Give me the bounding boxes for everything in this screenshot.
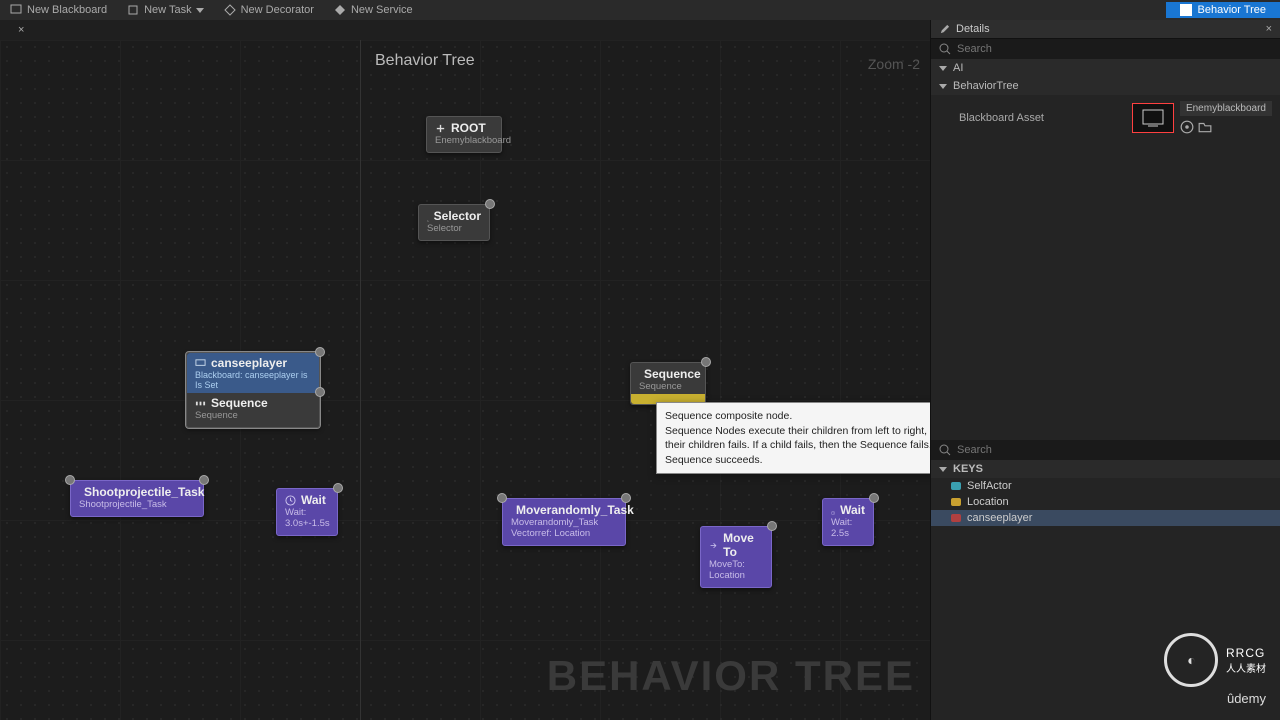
node-pin[interactable]	[621, 493, 631, 503]
node-shootprojectile[interactable]: Shootprojectile_Task Shootprojectile_Tas…	[70, 480, 204, 517]
keys-list: SelfActor Location canseeplayer	[931, 478, 1280, 526]
node-pin[interactable]	[65, 475, 75, 485]
task-icon	[127, 4, 139, 16]
graph-title: Behavior Tree	[375, 52, 475, 70]
clock-icon	[285, 495, 296, 506]
watermark-logo: ◐ RRCG 人人素材 ûdemy	[1164, 633, 1266, 706]
logo-circle: ◐	[1164, 633, 1218, 687]
graph-watermark: BEHAVIOR TREE	[547, 652, 915, 700]
monitor-icon	[195, 358, 206, 369]
node-pin[interactable]	[767, 521, 777, 531]
key-color-swatch	[951, 514, 961, 522]
clock-icon	[831, 505, 835, 516]
arrow-right-icon	[709, 540, 718, 551]
node-pin[interactable]	[869, 493, 879, 503]
node-pin[interactable]	[315, 347, 325, 357]
blackboard-asset-label: Blackboard Asset	[959, 112, 1124, 124]
section-ai[interactable]: AI	[931, 59, 1280, 77]
new-service-label: New Service	[351, 4, 413, 16]
zoom-label: Zoom -2	[868, 56, 920, 72]
selector-icon	[427, 211, 429, 222]
details-title: Details	[956, 23, 990, 35]
pencil-icon	[939, 24, 950, 35]
details-close-button[interactable]: ×	[1266, 23, 1272, 35]
section-keys[interactable]: KEYS	[931, 460, 1280, 478]
search-icon	[939, 43, 951, 55]
chevron-down-icon	[939, 467, 947, 472]
node-pin[interactable]	[485, 199, 495, 209]
node-canseeplayer[interactable]: canseeplayer Blackboard: canseeplayer is…	[186, 352, 320, 428]
behavior-tree-label: Behavior Tree	[1198, 4, 1266, 16]
node-wait-1[interactable]: Wait Wait: 3.0s+-1.5s	[276, 488, 338, 536]
node-selector[interactable]: Selector Selector	[418, 204, 490, 241]
blackboard-asset-row: Blackboard Asset Enemyblackboard	[931, 95, 1280, 140]
asset-name[interactable]: Enemyblackboard	[1180, 101, 1272, 116]
key-item[interactable]: SelfActor	[931, 478, 1280, 494]
service-icon	[334, 4, 346, 16]
node-moveto[interactable]: Move To MoveTo: Location	[700, 526, 772, 588]
details-search[interactable]	[931, 39, 1280, 59]
sequence-icon	[195, 398, 206, 409]
new-blackboard-label: New Blackboard	[27, 4, 107, 16]
tree-icon	[1180, 4, 1192, 16]
chevron-down-icon	[196, 8, 204, 13]
node-pin[interactable]	[333, 483, 343, 493]
keys-search-input[interactable]	[957, 444, 1272, 456]
graph-canvas[interactable]: Behavior Tree Zoom -2 BEHAVIOR TREE ROOT…	[0, 40, 930, 720]
root-icon	[435, 123, 446, 134]
node-root[interactable]: ROOT Enemyblackboard	[426, 116, 502, 153]
chevron-down-icon	[939, 84, 947, 89]
keys-search[interactable]	[931, 440, 1280, 460]
new-blackboard-button[interactable]: New Blackboard	[0, 4, 117, 16]
key-item[interactable]: canseeplayer	[931, 510, 1280, 526]
key-item[interactable]: Location	[931, 494, 1280, 510]
node-pin[interactable]	[497, 493, 507, 503]
chevron-down-icon	[939, 66, 947, 71]
key-color-swatch	[951, 498, 961, 506]
decorator-icon	[224, 4, 236, 16]
node-pin[interactable]	[199, 475, 209, 485]
details-panel-header: Details ×	[931, 20, 1280, 39]
node-pin[interactable]	[701, 357, 711, 367]
new-task-button[interactable]: New Task	[117, 4, 213, 16]
node-pin[interactable]	[315, 387, 325, 397]
node-wait-2[interactable]: Wait Wait: 2.5s	[822, 498, 874, 546]
node-moverandomly[interactable]: Moverandomly_Task Moverandomly_Task Vect…	[502, 498, 626, 546]
behavior-tree-mode-button[interactable]: Behavior Tree	[1166, 2, 1280, 18]
tab-close-button[interactable]: ×	[0, 24, 42, 36]
new-decorator-button[interactable]: New Decorator	[214, 4, 324, 16]
node-sequence[interactable]: Sequence Sequence	[630, 362, 706, 405]
new-decorator-label: New Decorator	[241, 4, 314, 16]
key-color-swatch	[951, 482, 961, 490]
new-service-button[interactable]: New Service	[324, 4, 423, 16]
blackboard-icon	[10, 4, 22, 16]
section-behaviortree[interactable]: BehaviorTree	[931, 77, 1280, 95]
use-asset-icon[interactable]	[1180, 120, 1194, 134]
new-task-label: New Task	[144, 4, 191, 16]
asset-thumbnail[interactable]	[1132, 103, 1174, 133]
search-icon	[939, 444, 951, 456]
details-search-input[interactable]	[957, 43, 1272, 55]
browse-asset-icon[interactable]	[1198, 120, 1212, 134]
